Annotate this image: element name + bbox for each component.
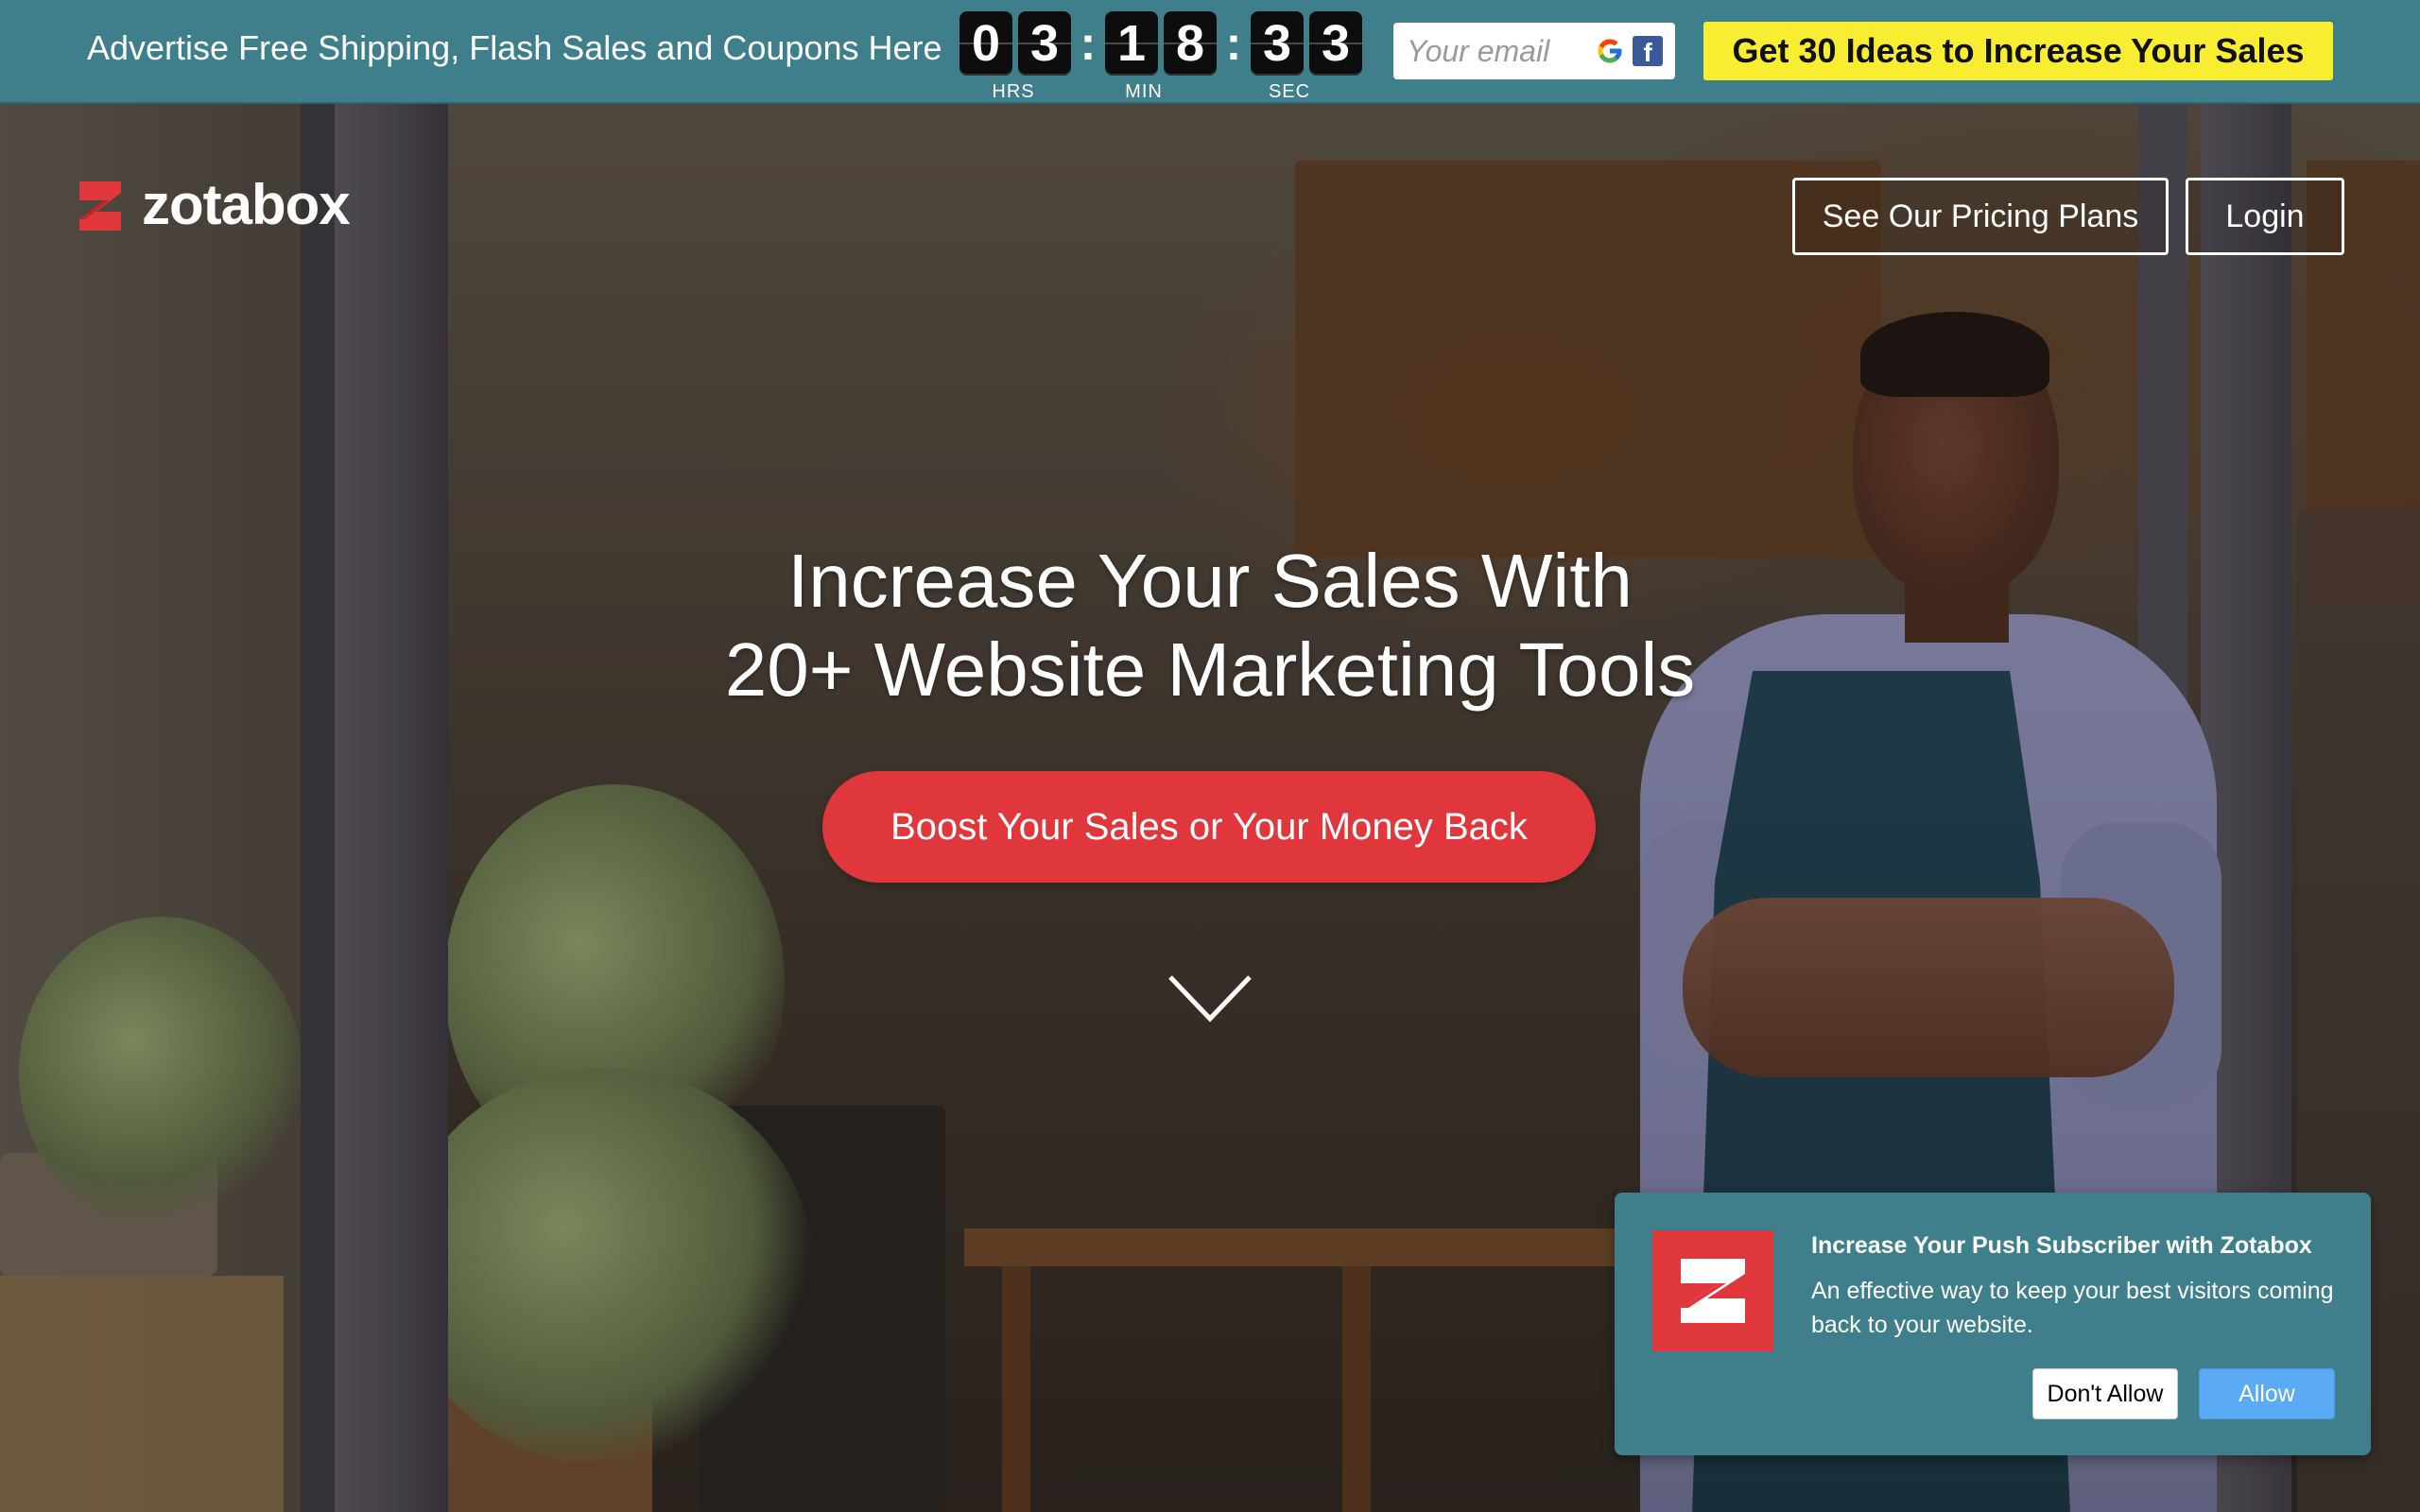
countdown-separator: :	[1080, 17, 1097, 70]
countdown-label-seconds: SEC	[1268, 81, 1311, 102]
google-icon[interactable]	[1596, 37, 1624, 65]
boost-sales-button[interactable]: Boost Your Sales or Your Money Back	[822, 771, 1596, 883]
countdown-label-hours: HRS	[992, 81, 1035, 102]
countdown-digit: 8	[1164, 11, 1217, 76]
countdown-label-minutes: MIN	[1125, 81, 1163, 102]
hero-title-line: Increase Your Sales With	[787, 539, 1633, 623]
push-prompt-description: An effective way to keep your best visit…	[1811, 1278, 2334, 1338]
countdown-digit: 0	[959, 11, 1012, 76]
countdown-separator: :	[1225, 17, 1242, 70]
push-prompt-title: Increase Your Push Subscriber with Zotab…	[1811, 1232, 2312, 1259]
zotabox-logo-icon	[79, 181, 121, 231]
logo-text: zotabox	[142, 173, 351, 236]
countdown-digit: 3	[1251, 11, 1304, 76]
countdown-digit: 1	[1105, 11, 1158, 76]
countdown-digit: 3	[1018, 11, 1071, 76]
email-input[interactable]	[1393, 23, 1592, 79]
hero-title: Increase Your Sales With 20+ Website Mar…	[548, 537, 1872, 714]
hero-title-line: 20+ Website Marketing Tools	[724, 627, 1696, 712]
email-signup: f	[1393, 23, 1675, 79]
zotabox-logo-icon	[1652, 1230, 1773, 1351]
chevron-down-icon[interactable]	[1167, 973, 1253, 1024]
push-notification-prompt: Increase Your Push Subscriber with Zotab…	[1615, 1193, 2371, 1455]
get-ideas-button[interactable]: Get 30 Ideas to Increase Your Sales	[1703, 22, 2333, 80]
allow-button[interactable]: Allow	[2199, 1368, 2335, 1419]
countdown-digit: 3	[1309, 11, 1362, 76]
pricing-plans-button[interactable]: See Our Pricing Plans	[1792, 178, 2169, 255]
promo-bar: Advertise Free Shipping, Flash Sales and…	[0, 0, 2420, 104]
facebook-icon[interactable]: f	[1633, 36, 1663, 66]
login-button[interactable]: Login	[2186, 178, 2344, 255]
promo-text: Advertise Free Shipping, Flash Sales and…	[87, 28, 942, 67]
dont-allow-button[interactable]: Don't Allow	[2032, 1368, 2178, 1419]
